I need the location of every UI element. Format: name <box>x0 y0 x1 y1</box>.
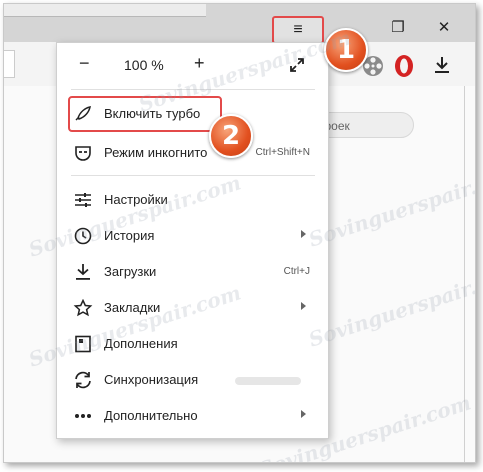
more-dots-icon <box>75 414 91 418</box>
divider <box>464 86 465 462</box>
menu-item-bookmarks[interactable]: Закладки <box>57 291 328 325</box>
clock-icon <box>74 227 92 245</box>
shortcut-label: Ctrl+Shift+N <box>255 147 310 158</box>
menu-item-sync[interactable]: Синхронизация <box>57 363 328 397</box>
divider <box>71 175 315 176</box>
zoom-in-button[interactable]: + <box>194 53 205 74</box>
settings-sliders-icon <box>75 193 91 207</box>
divider <box>71 89 315 90</box>
opera-icon[interactable] <box>394 54 414 78</box>
shortcut-label: Ctrl+J <box>283 266 310 277</box>
submenu-arrow-icon <box>301 410 306 418</box>
star-icon <box>73 299 93 317</box>
menu-item-settings[interactable]: Настройки <box>57 183 328 217</box>
menu-item-label: История <box>104 228 155 243</box>
sync-account-placeholder <box>235 377 301 385</box>
menu-item-label: Дополнения <box>104 336 178 351</box>
close-icon[interactable]: ✕ <box>432 18 456 36</box>
menu-item-label: Дополнительно <box>104 408 198 423</box>
download-icon[interactable] <box>434 56 450 74</box>
menu-item-downloads[interactable]: Загрузки Ctrl+J <box>57 255 328 289</box>
submenu-arrow-icon <box>301 230 306 238</box>
fullscreen-icon[interactable] <box>289 57 305 73</box>
restore-icon[interactable]: ❐ <box>386 18 410 36</box>
extensions-icon <box>75 335 91 353</box>
download-icon <box>76 264 90 280</box>
menu-item-incognito[interactable]: Режим инкогнито Ctrl+Shift+N <box>57 136 328 170</box>
tab-strip <box>4 4 206 17</box>
hamburger-icon: ≡ <box>293 21 303 38</box>
menu-item-label: Закладки <box>104 300 161 315</box>
menu-item-extensions[interactable]: Дополнения <box>57 327 328 361</box>
step-badge-1: 1 <box>324 28 368 72</box>
browser-menu-button[interactable]: ≡ <box>272 16 324 44</box>
zoom-out-button[interactable]: − <box>79 53 90 74</box>
submenu-arrow-icon <box>301 302 306 310</box>
menu-item-label: Загрузки <box>104 264 157 279</box>
menu-item-label: Режим инкогнито <box>104 145 208 160</box>
address-bar[interactable] <box>4 50 15 78</box>
highlight-box <box>68 96 222 132</box>
browser-window: ≡ ❐ ✕ троек − 100 % + Включить турбо Реж… <box>3 3 476 463</box>
title-bar: ≡ ❐ ✕ <box>4 4 475 44</box>
browser-menu: − 100 % + Включить турбо Режим инкогнито… <box>56 42 329 439</box>
zoom-level: 100 % <box>124 57 164 73</box>
menu-item-history[interactable]: История <box>57 219 328 253</box>
step-badge-2: 2 <box>209 114 253 158</box>
incognito-icon <box>75 146 91 161</box>
menu-item-label: Синхронизация <box>104 372 199 387</box>
menu-item-label: Настройки <box>104 192 168 207</box>
menu-item-more[interactable]: Дополнительно <box>57 399 328 433</box>
sync-icon <box>75 371 91 389</box>
zoom-controls: − 100 % + <box>57 43 328 89</box>
